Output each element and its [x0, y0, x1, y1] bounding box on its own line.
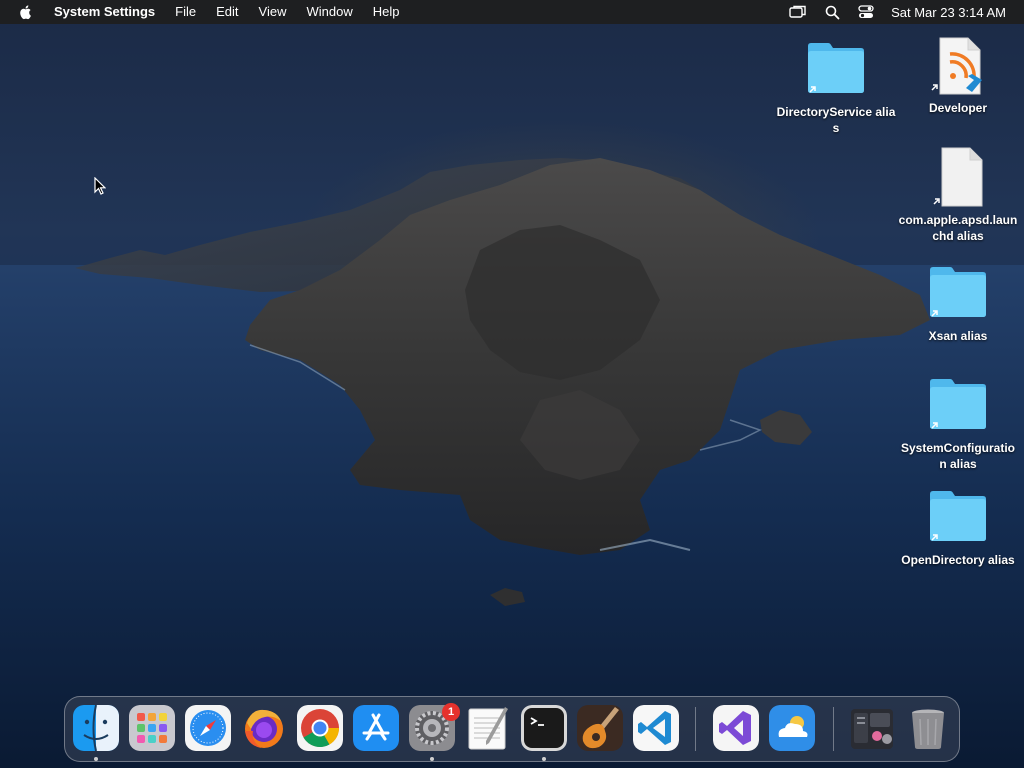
weather-icon [769, 705, 815, 751]
dock-textedit[interactable] [465, 705, 511, 751]
dock-terminal[interactable] [521, 705, 567, 751]
dock-app-store[interactable] [353, 705, 399, 751]
menu-edit[interactable]: Edit [206, 0, 248, 24]
safari-icon [185, 705, 231, 751]
vscode-icon [633, 705, 679, 751]
running-indicator [542, 757, 546, 761]
chrome-icon [297, 705, 343, 751]
desktop-item-xsan-alias[interactable]: Xsan alias [898, 262, 1018, 344]
desktop-item-label: SystemConfiguration alias [900, 441, 1015, 471]
app-store-icon [353, 705, 399, 751]
screen-mirroring-icon[interactable] [789, 3, 807, 21]
firefox-icon [245, 709, 283, 748]
finder-icon [73, 705, 119, 751]
desktop-item-label: Xsan alias [928, 329, 988, 343]
desktop-item-directoryservice-alias[interactable]: DirectoryService alias [776, 38, 896, 136]
textedit-icon [468, 707, 508, 750]
downloads-stack-icon [851, 709, 893, 749]
dock-weather[interactable] [769, 705, 815, 751]
dock-separator [695, 707, 696, 751]
control-center-icon[interactable] [857, 3, 875, 21]
visual-studio-icon [713, 705, 759, 751]
running-indicator [430, 757, 434, 761]
dock-trash[interactable] [905, 705, 951, 751]
menu-app-name[interactable]: System Settings [52, 0, 165, 24]
notification-badge: 1 [442, 703, 460, 721]
trash-icon [912, 709, 944, 749]
menu-file[interactable]: File [165, 0, 206, 24]
desktop-item-systemconfiguration-alias[interactable]: SystemConfiguration alias [898, 374, 1018, 472]
dock-firefox[interactable] [241, 705, 287, 751]
launchpad-icon [129, 705, 175, 751]
menu-bar-status-area: Sat Mar 23 3:14 AM [781, 0, 1024, 24]
dock: 1 [64, 696, 960, 762]
dock-chrome[interactable] [297, 705, 343, 751]
terminal-icon [521, 705, 567, 751]
running-indicator [94, 757, 98, 761]
desktop-item-apsd-launchd-alias[interactable]: com.apple.apsd.launchd alias [898, 146, 1018, 244]
desktop-screen: System Settings File Edit View Window He… [0, 0, 1024, 768]
garageband-icon [577, 705, 623, 751]
menu-bar: System Settings File Edit View Window He… [0, 0, 1024, 24]
dock-vscode[interactable] [633, 705, 679, 751]
developer-document-icon [926, 34, 990, 98]
folder-alias-icon [926, 374, 990, 438]
spotlight-search-icon[interactable] [823, 3, 841, 21]
dock-finder[interactable] [73, 705, 119, 751]
dock-separator [833, 707, 834, 751]
desktop-item-label: com.apple.apsd.launchd alias [898, 213, 1018, 243]
dock-launchpad[interactable] [129, 705, 175, 751]
mouse-pointer-icon [94, 177, 106, 195]
folder-alias-icon [804, 38, 868, 102]
dock-safari[interactable] [185, 705, 231, 751]
folder-alias-icon [926, 486, 990, 550]
dock-downloads-stack[interactable] [849, 705, 895, 751]
dock-visual-studio[interactable] [713, 705, 759, 751]
dock-garageband[interactable] [577, 705, 623, 751]
desktop-item-label: OpenDirectory alias [901, 553, 1015, 567]
menu-help[interactable]: Help [363, 0, 410, 24]
folder-alias-icon [926, 262, 990, 326]
desktop-item-label: DirectoryService alias [776, 105, 896, 135]
desktop-item-label: Developer [928, 101, 988, 115]
apple-menu-icon[interactable] [18, 4, 34, 20]
menu-bar-clock[interactable]: Sat Mar 23 3:14 AM [891, 5, 1006, 20]
desktop-item-developer[interactable]: Developer [898, 34, 1018, 116]
menu-window[interactable]: Window [296, 0, 362, 24]
menu-view[interactable]: View [249, 0, 297, 24]
desktop-item-opendirectory-alias[interactable]: OpenDirectory alias [898, 486, 1018, 568]
document-alias-icon [926, 146, 990, 210]
